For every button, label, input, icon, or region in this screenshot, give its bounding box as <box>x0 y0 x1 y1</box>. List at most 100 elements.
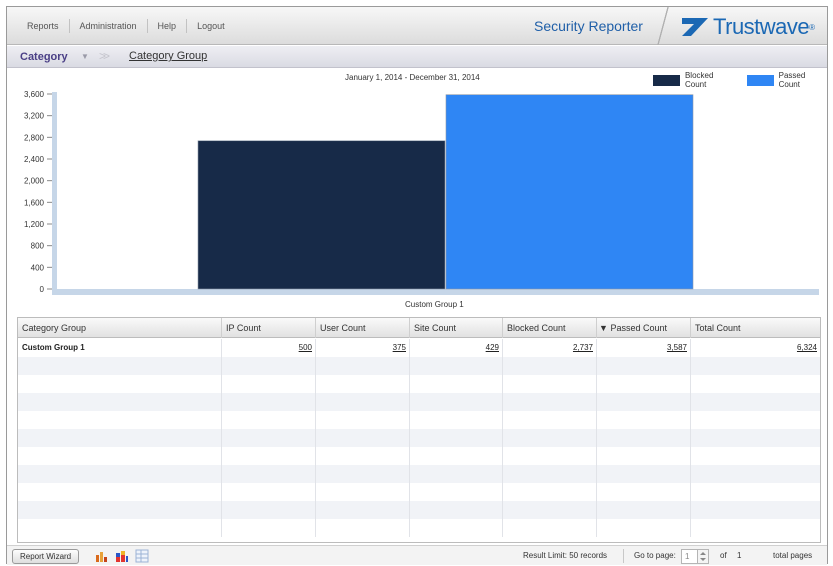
cell-ip-count[interactable]: 500 <box>221 339 315 357</box>
table-row-empty <box>18 393 820 411</box>
cell-blocked-count <box>502 519 596 537</box>
table-view-icon[interactable] <box>135 549 149 563</box>
page-spinner[interactable] <box>698 549 709 564</box>
cell-ip-count <box>221 465 315 483</box>
y-tick-label: 2,000 <box>24 177 45 186</box>
cell-total-count <box>690 447 820 465</box>
cell-blocked-count <box>502 465 596 483</box>
cell-user-count <box>315 411 409 429</box>
spinner-up-icon[interactable] <box>700 552 706 555</box>
table-row-empty <box>18 465 820 483</box>
cell-user-count[interactable]: 375 <box>315 339 409 357</box>
cell-user-count <box>315 393 409 411</box>
col-header-passed-count[interactable]: ▼ Passed Count <box>596 318 690 338</box>
of-label: of <box>720 551 727 560</box>
table-row[interactable]: Custom Group 1 500 375 429 2,737 3,587 6,324 <box>18 339 820 357</box>
cell-passed-count <box>596 429 690 447</box>
col-header-user-count[interactable]: User Count <box>315 318 409 338</box>
cell-ip-count <box>221 483 315 501</box>
table-row-empty <box>18 483 820 501</box>
cell-ip-count <box>221 393 315 411</box>
cell-category-group <box>18 483 221 501</box>
bar-blocked-count[interactable] <box>197 140 446 290</box>
sort-desc-icon[interactable]: ▼ <box>599 323 608 333</box>
report-wizard-button[interactable]: Report Wizard <box>12 549 80 564</box>
cell-total-count <box>690 483 820 501</box>
cell-blocked-count <box>502 501 596 519</box>
col-header-blocked-count[interactable]: Blocked Count <box>502 318 596 338</box>
stacked-chart-icon[interactable] <box>115 549 129 563</box>
table-row-empty <box>18 357 820 375</box>
cell-category-group <box>18 429 221 447</box>
result-limit-text: Result Limit: 50 records <box>523 551 608 560</box>
cell-blocked-count <box>502 393 596 411</box>
cell-category-group <box>18 465 221 483</box>
col-header-total-count[interactable]: Total Count <box>690 318 820 338</box>
cell-ip-count <box>221 519 315 537</box>
col-header-ip-count[interactable]: IP Count <box>221 318 315 338</box>
cell-ip-count <box>221 375 315 393</box>
cell-blocked-count <box>502 429 596 447</box>
cell-site-count <box>409 465 502 483</box>
cell-user-count <box>315 357 409 375</box>
cell-passed-count <box>596 465 690 483</box>
x-axis-category-label: Custom Group 1 <box>405 300 464 309</box>
cell-total-count <box>690 357 820 375</box>
table-row-empty <box>18 501 820 519</box>
top-bar: Reports Administration Help Logout Secur… <box>7 7 827 45</box>
cell-site-count <box>409 501 502 519</box>
breadcrumb-separator-icon: >> <box>99 49 110 63</box>
page-number-input[interactable] <box>681 549 698 564</box>
cell-passed-count <box>596 357 690 375</box>
cell-user-count <box>315 519 409 537</box>
nav-logout[interactable]: Logout <box>187 19 235 33</box>
cell-site-count[interactable]: 429 <box>409 339 502 357</box>
main-nav: Reports Administration Help Logout <box>17 19 235 33</box>
bar-chart-icon[interactable] <box>95 549 109 563</box>
breadcrumb-current[interactable]: Category Group <box>129 50 207 62</box>
nav-administration[interactable]: Administration <box>70 19 148 33</box>
cell-user-count <box>315 447 409 465</box>
y-tick-label: 0 <box>40 285 45 294</box>
breadcrumb-category[interactable]: Category <box>20 51 68 63</box>
cell-site-count <box>409 393 502 411</box>
cell-passed-count[interactable]: 3,587 <box>596 339 690 357</box>
cell-user-count <box>315 375 409 393</box>
cell-site-count <box>409 411 502 429</box>
legend-swatch-blocked <box>653 74 680 86</box>
y-tick-label: 400 <box>31 263 45 272</box>
cell-total-count <box>690 501 820 519</box>
chart-title: January 1, 2014 - December 31, 2014 <box>345 73 480 82</box>
logo-text: Trustwave <box>713 14 810 39</box>
logo-divider <box>654 7 672 45</box>
footer-divider <box>623 549 624 563</box>
goto-page-label: Go to page: <box>634 551 676 560</box>
cell-blocked-count <box>502 375 596 393</box>
breadcrumb: Category ▼ >> Category Group <box>7 46 827 68</box>
nav-help[interactable]: Help <box>148 19 188 33</box>
cell-total-count <box>690 393 820 411</box>
chevron-down-icon[interactable]: ▼ <box>81 52 89 61</box>
y-tick-label: 1,600 <box>24 198 45 207</box>
y-axis-bar <box>52 92 57 289</box>
bar-passed-count[interactable] <box>445 94 694 290</box>
bar-chart: 0 400 800 1,200 1,600 2,000 2,400 2,800 3,200 3,6… <box>24 90 819 295</box>
nav-reports[interactable]: Reports <box>17 19 70 33</box>
col-header-site-count[interactable]: Site Count <box>409 318 502 338</box>
cell-total-count[interactable]: 6,324 <box>690 339 820 357</box>
cell-total-count <box>690 429 820 447</box>
cell-blocked-count[interactable]: 2,737 <box>502 339 596 357</box>
cell-category-group <box>18 519 221 537</box>
cell-passed-count <box>596 447 690 465</box>
cell-passed-count <box>596 411 690 429</box>
cell-passed-count <box>596 375 690 393</box>
spinner-down-icon[interactable] <box>700 558 706 561</box>
cell-passed-count <box>596 519 690 537</box>
col-header-category-group[interactable]: Category Group <box>18 318 221 338</box>
cell-user-count <box>315 429 409 447</box>
results-table: Category Group IP Count User Count Site … <box>17 317 821 543</box>
legend-swatch-passed <box>746 74 774 86</box>
y-tick-label: 800 <box>31 242 45 251</box>
table-row-empty <box>18 447 820 465</box>
cell-site-count <box>409 483 502 501</box>
